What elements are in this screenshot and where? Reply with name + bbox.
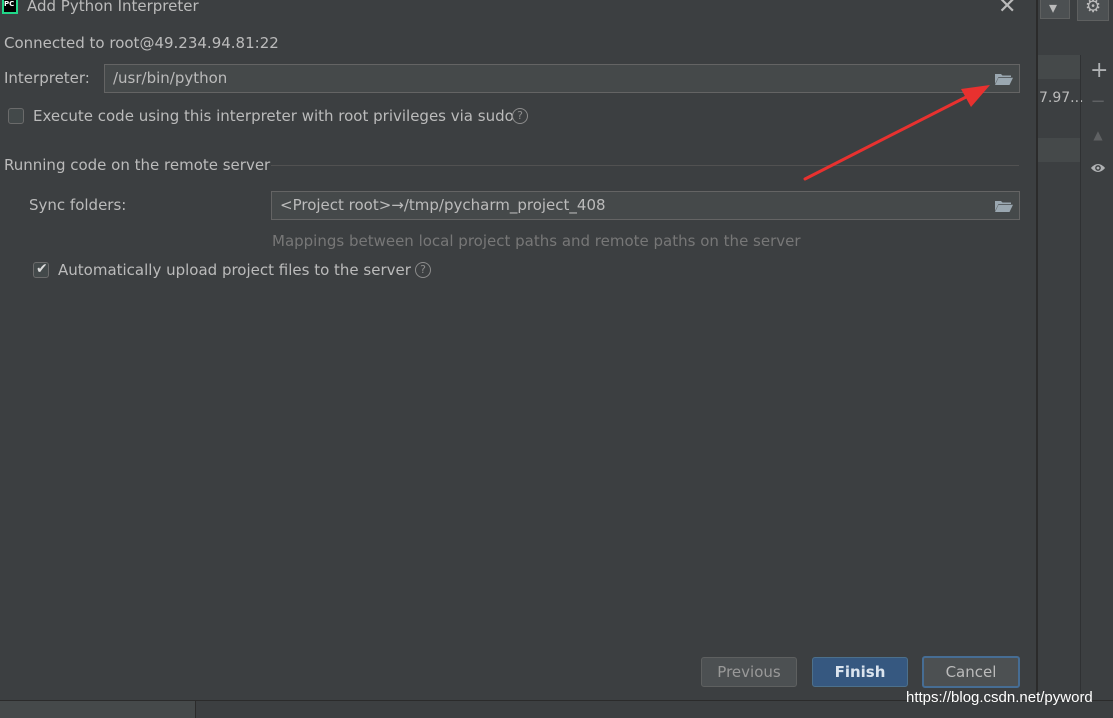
check-icon: ✔ (36, 261, 48, 277)
background-truncated-text: 7.97... (1039, 90, 1084, 106)
section-title: Running code on the remote server (4, 156, 271, 174)
dialog-titlebar: PC Add Python Interpreter ✕ (0, 0, 1036, 19)
sync-folders-value: <Project root>→/tmp/pycharm_project_408 (280, 196, 606, 214)
sudo-checkbox[interactable] (8, 108, 24, 124)
help-icon[interactable]: ? (512, 108, 528, 124)
background-row (1038, 55, 1080, 79)
sync-folders-label: Sync folders: (29, 196, 127, 214)
background-row-selected (1038, 138, 1080, 162)
sync-folders-field[interactable]: <Project root>→/tmp/pycharm_project_408 (271, 191, 1020, 220)
folder-icon[interactable] (995, 200, 1013, 212)
interpreter-label: Interpreter: (4, 69, 90, 87)
watermark: https://blog.csdn.net/pyword (906, 689, 1093, 706)
add-icon[interactable]: + (1090, 60, 1108, 82)
auto-upload-checkbox[interactable]: ✔ (33, 261, 49, 278)
settings-button[interactable]: ⚙ (1077, 0, 1109, 21)
move-up-icon[interactable]: ▲ (1090, 127, 1106, 143)
finish-button[interactable]: Finish (812, 657, 908, 687)
status-bar-segment (0, 701, 196, 718)
add-interpreter-dialog: PC Add Python Interpreter ✕ Connected to… (0, 0, 1037, 700)
close-icon[interactable]: ✕ (998, 0, 1016, 19)
dialog-title: Add Python Interpreter (27, 0, 199, 15)
pycharm-app-icon: PC (2, 0, 18, 14)
remove-icon[interactable]: − (1090, 93, 1106, 111)
sudo-label: Execute code using this interpreter with… (33, 107, 514, 125)
folder-icon[interactable] (995, 73, 1013, 85)
help-icon[interactable]: ? (415, 262, 431, 278)
connection-status: Connected to root@49.234.94.81:22 (4, 34, 279, 52)
side-toolbar: + − ▲ (1080, 55, 1113, 700)
interpreter-field[interactable]: /usr/bin/python (104, 64, 1020, 93)
previous-button[interactable]: Previous (701, 657, 797, 687)
cancel-button[interactable]: Cancel (922, 656, 1020, 688)
gear-icon: ⚙ (1085, 0, 1102, 17)
eye-icon[interactable] (1090, 160, 1106, 176)
chevron-down-icon: ▾ (1049, 0, 1058, 17)
auto-upload-label: Automatically upload project files to th… (58, 261, 411, 279)
sync-folders-hint: Mappings between local project paths and… (272, 232, 801, 250)
section-separator (271, 165, 1019, 166)
interpreter-value: /usr/bin/python (113, 69, 228, 87)
background-dropdown[interactable]: ▾ (1040, 0, 1070, 19)
